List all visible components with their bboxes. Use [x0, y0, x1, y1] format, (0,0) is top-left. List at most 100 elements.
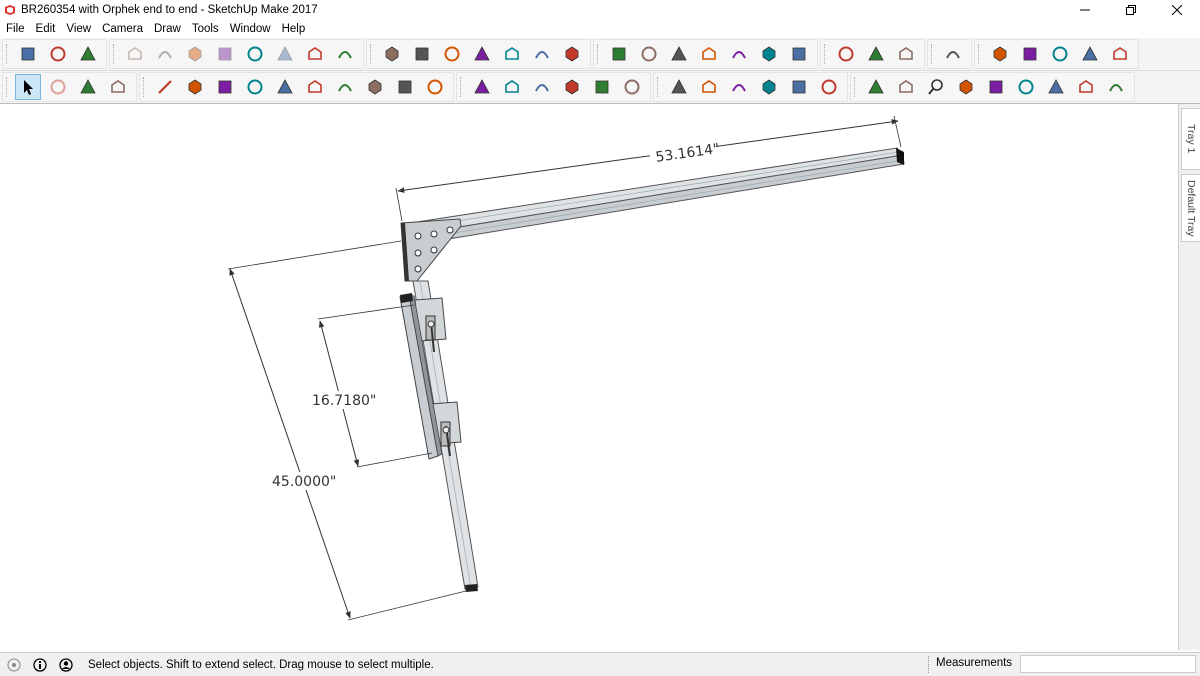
- measurements-input[interactable]: [1020, 655, 1196, 673]
- scale-button[interactable]: [589, 74, 615, 100]
- minimize-button[interactable]: [1062, 0, 1108, 20]
- front-view-button[interactable]: [439, 41, 465, 67]
- push-pull-button[interactable]: [499, 74, 525, 100]
- zoom-window-button[interactable]: [953, 74, 979, 100]
- outer-shell-button[interactable]: [940, 41, 966, 67]
- three-point-arc-button[interactable]: [392, 74, 418, 100]
- select-button[interactable]: [15, 74, 41, 100]
- follow-me-button[interactable]: [559, 74, 585, 100]
- subtract-button[interactable]: [1047, 41, 1073, 67]
- pan-button[interactable]: [893, 74, 919, 100]
- orbit-button[interactable]: [863, 74, 889, 100]
- cut-button[interactable]: [122, 41, 148, 67]
- top-beam[interactable]: [403, 147, 905, 246]
- geo-location-icon[interactable]: [6, 657, 22, 673]
- shaded-textures-button[interactable]: [756, 41, 782, 67]
- make-component-button[interactable]: [45, 74, 71, 100]
- offset-button[interactable]: [619, 74, 645, 100]
- iso-view-button[interactable]: [379, 41, 405, 67]
- walk-button[interactable]: [1103, 74, 1129, 100]
- toolbar-grip[interactable]: [460, 77, 464, 97]
- trim-button[interactable]: [1077, 41, 1103, 67]
- toolbar-grip[interactable]: [978, 44, 982, 64]
- model-viewport[interactable]: 53.1614" 45.0000" 16.7180": [0, 104, 1178, 650]
- eraser-button[interactable]: [105, 74, 131, 100]
- menu-file[interactable]: File: [0, 23, 30, 35]
- close-button[interactable]: [1154, 0, 1200, 20]
- look-around-button[interactable]: [1073, 74, 1099, 100]
- two-point-arc-button[interactable]: [362, 74, 388, 100]
- arc-button[interactable]: [332, 74, 358, 100]
- back-edges-button[interactable]: [636, 41, 662, 67]
- open-button[interactable]: [45, 41, 71, 67]
- menu-edit[interactable]: Edit: [30, 23, 61, 35]
- circle-button[interactable]: [272, 74, 298, 100]
- paste-button[interactable]: [182, 41, 208, 67]
- top-view-button[interactable]: [409, 41, 435, 67]
- tape-measure-button[interactable]: [666, 74, 692, 100]
- corner-gusset-plate[interactable]: [400, 218, 462, 282]
- toolbar-grip[interactable]: [931, 44, 935, 64]
- protractor-button[interactable]: [726, 74, 752, 100]
- union-button[interactable]: [1017, 41, 1043, 67]
- menu-tools[interactable]: Tools: [186, 23, 224, 35]
- 3d-text-button[interactable]: [816, 74, 842, 100]
- toolbar-grip[interactable]: [657, 77, 661, 97]
- toolbar-grip[interactable]: [113, 44, 117, 64]
- shaded-button[interactable]: [726, 41, 752, 67]
- new-model-button[interactable]: [15, 41, 41, 67]
- right-view-button[interactable]: [469, 41, 495, 67]
- axes-button[interactable]: [786, 74, 812, 100]
- left-view-button[interactable]: [529, 41, 555, 67]
- erase-selection-button[interactable]: [212, 41, 238, 67]
- user-account-icon[interactable]: [58, 657, 74, 673]
- display-section-planes-button[interactable]: [863, 41, 889, 67]
- line-button[interactable]: [152, 74, 178, 100]
- redo-button[interactable]: [272, 41, 298, 67]
- polygon-button[interactable]: [302, 74, 328, 100]
- toolbar-grip[interactable]: [6, 77, 10, 97]
- intersect-button[interactable]: [987, 41, 1013, 67]
- toolbar-grip[interactable]: [824, 44, 828, 64]
- menu-draw[interactable]: Draw: [148, 23, 186, 35]
- section-plane-button[interactable]: [833, 41, 859, 67]
- copy-button[interactable]: [152, 41, 178, 67]
- zoom-button[interactable]: [923, 74, 949, 100]
- split-button[interactable]: [1107, 41, 1133, 67]
- move-button[interactable]: [469, 74, 495, 100]
- toolbar-grip[interactable]: [597, 44, 601, 64]
- restore-button[interactable]: [1108, 0, 1154, 20]
- rectangle-button[interactable]: [212, 74, 238, 100]
- freehand-button[interactable]: [182, 74, 208, 100]
- credits-icon[interactable]: [32, 657, 48, 673]
- pie-button[interactable]: [422, 74, 448, 100]
- menu-window[interactable]: Window: [224, 23, 276, 35]
- position-camera-button[interactable]: [1043, 74, 1069, 100]
- display-section-cuts-button[interactable]: [893, 41, 919, 67]
- wireframe-button[interactable]: [666, 41, 692, 67]
- xray-button[interactable]: [606, 41, 632, 67]
- bottom-view-button[interactable]: [559, 41, 585, 67]
- model-info-button[interactable]: [332, 41, 358, 67]
- default-tray-tab[interactable]: Default Tray: [1181, 174, 1200, 242]
- dimension-button[interactable]: [696, 74, 722, 100]
- text-button[interactable]: [756, 74, 782, 100]
- save-button[interactable]: [75, 41, 101, 67]
- toolbar-grip[interactable]: [143, 77, 147, 97]
- toolbar-grip[interactable]: [854, 77, 858, 97]
- rotate-button[interactable]: [529, 74, 555, 100]
- menu-view[interactable]: View: [60, 23, 96, 35]
- toolbar-grip[interactable]: [6, 44, 10, 64]
- back-view-button[interactable]: [499, 41, 525, 67]
- toolbar-grip[interactable]: [370, 44, 374, 64]
- zoom-extents-button[interactable]: [983, 74, 1009, 100]
- menu-help[interactable]: Help: [276, 23, 311, 35]
- monochrome-button[interactable]: [786, 41, 812, 67]
- paint-bucket-button[interactable]: [75, 74, 101, 100]
- hidden-line-button[interactable]: [696, 41, 722, 67]
- undo-button[interactable]: [242, 41, 268, 67]
- menu-camera[interactable]: Camera: [96, 23, 148, 35]
- print-button[interactable]: [302, 41, 328, 67]
- rotated-rectangle-button[interactable]: [242, 74, 268, 100]
- tray-1-tab[interactable]: Tray 1: [1181, 108, 1200, 170]
